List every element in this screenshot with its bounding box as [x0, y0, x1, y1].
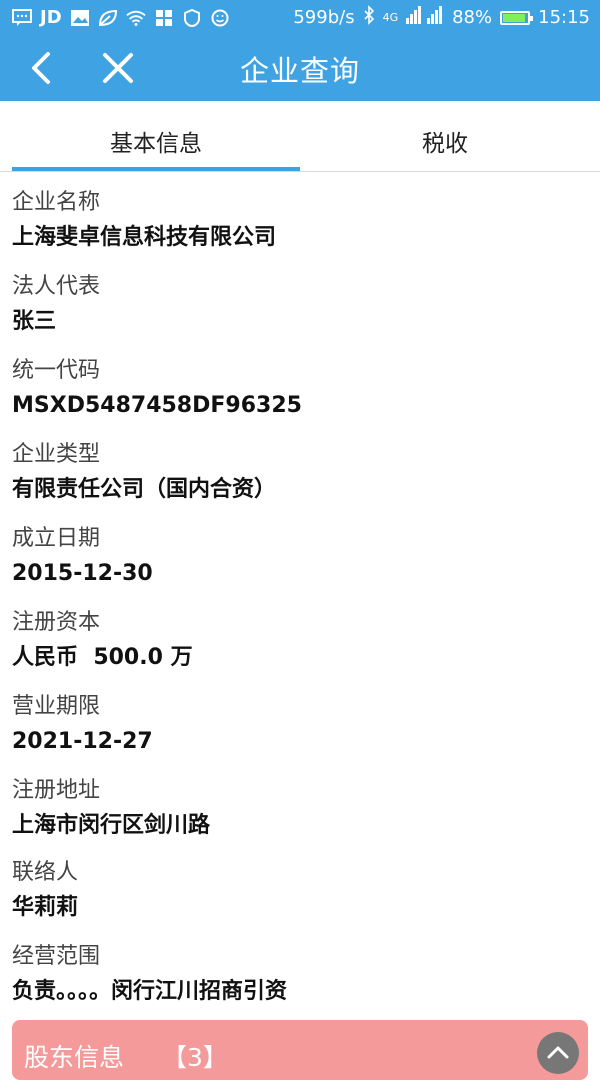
- field-label: 联络人: [12, 860, 79, 885]
- clock: 15:15: [538, 7, 590, 28]
- field-value: 人民币 500.0 万: [12, 645, 193, 670]
- field-company-type: 企业类型 有限责任公司（国内合资）: [12, 440, 592, 506]
- field-business-scope: 经营范围 负责。。。。闵行江川招商引资: [12, 942, 592, 1008]
- field-value: 有限责任公司（国内合资）: [12, 477, 277, 502]
- field-value: 上海市闵行区剑川路: [12, 813, 211, 838]
- active-tab-indicator: [12, 167, 300, 171]
- app-header: JD 599b/s 4G 88% 15:15 企业查询: [0, 0, 600, 101]
- shareholder-label: 股东信息: [24, 1043, 125, 1072]
- shareholder-section-header[interactable]: 股东信息 【3】: [12, 1020, 588, 1080]
- field-label: 经营范围: [12, 944, 101, 969]
- field-value: MSXD5487458DF96325: [12, 393, 302, 418]
- status-bar: JD 599b/s 4G 88% 15:15: [0, 0, 600, 36]
- field-value: 华莉莉: [12, 895, 79, 920]
- shareholder-count: 【3】: [162, 1043, 228, 1072]
- leaf-icon: [98, 8, 118, 28]
- message-icon: [12, 8, 32, 28]
- field-value: 2015-12-30: [12, 561, 153, 586]
- field-label: 企业类型: [12, 442, 101, 467]
- field-founded-date: 成立日期 2015-12-30: [12, 524, 592, 590]
- smile-icon: [210, 8, 230, 28]
- bluetooth-icon: [363, 5, 375, 30]
- tab-basic-info[interactable]: 基本信息: [12, 101, 300, 171]
- field-label: 营业期限: [12, 694, 101, 719]
- page-title: 企业查询: [239, 54, 360, 88]
- field-label: 注册地址: [12, 778, 101, 803]
- collapse-button[interactable]: [537, 1032, 579, 1074]
- field-value: 张三: [12, 309, 57, 334]
- tab-tax[interactable]: 税收: [300, 101, 590, 171]
- field-label: 成立日期: [12, 526, 101, 551]
- network-type: 4G: [382, 11, 399, 24]
- shield-icon: [182, 8, 202, 28]
- field-value: 上海斐卓信息科技有限公司: [12, 225, 277, 250]
- field-label: 企业名称: [12, 190, 101, 215]
- field-label: 法人代表: [12, 274, 101, 299]
- jd-icon: JD: [40, 7, 62, 28]
- field-registered-address: 注册地址 上海市闵行区剑川路: [12, 776, 592, 842]
- field-value: 负责。。。。闵行江川招商引资: [12, 979, 288, 1004]
- image-icon: [70, 8, 90, 28]
- field-label: 注册资本: [12, 610, 101, 635]
- field-registered-capital: 注册资本 人民币 500.0 万: [12, 608, 592, 674]
- field-label: 统一代码: [12, 358, 101, 383]
- battery-icon: [500, 10, 534, 25]
- field-value: 2021-12-27: [12, 729, 153, 754]
- field-legal-rep: 法人代表 张三: [12, 272, 592, 338]
- apps-icon: [154, 8, 174, 28]
- field-company-name: 企业名称 上海斐卓信息科技有限公司: [12, 188, 592, 254]
- field-contact: 联络人 华莉莉: [12, 858, 592, 924]
- tab-bar: 基本信息 税收: [0, 101, 600, 172]
- wifi-icon: [125, 8, 146, 28]
- network-speed: 599b/s: [293, 7, 355, 28]
- field-business-term: 营业期限 2021-12-27: [12, 692, 592, 758]
- battery-percent: 88%: [452, 7, 493, 28]
- chevron-up-icon: [547, 1046, 569, 1059]
- field-unified-code: 统一代码 MSXD5487458DF96325: [12, 356, 592, 422]
- signal-icon: [406, 6, 444, 29]
